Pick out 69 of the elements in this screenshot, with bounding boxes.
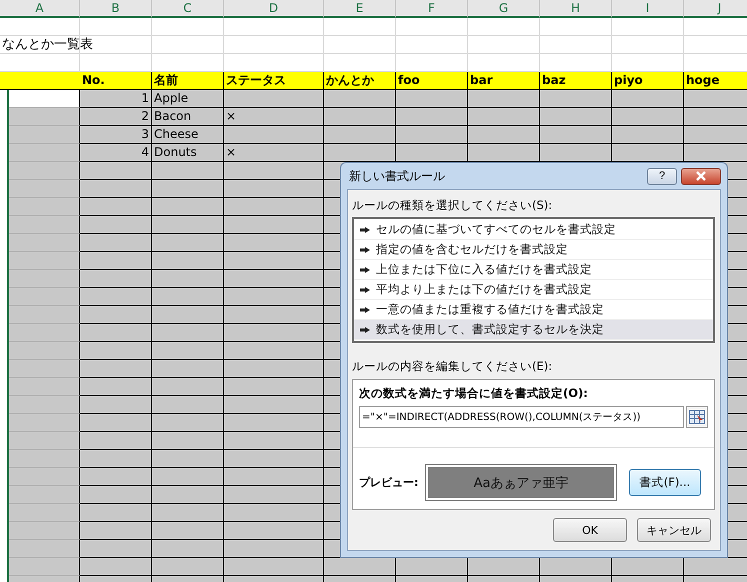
column-header[interactable]: I — [612, 0, 684, 18]
sheet-title: なんとか一覧表 — [2, 37, 93, 52]
column-header[interactable]: G — [468, 0, 540, 18]
close-icon — [695, 171, 707, 181]
rule-type-item[interactable]: 数式を使用して、書式設定するセルを決定 — [354, 320, 713, 340]
arrow-icon — [360, 246, 370, 252]
window-title: 新しい書式ルール — [348, 168, 446, 184]
header-cell: foo — [396, 72, 468, 90]
empty-cell — [468, 18, 540, 36]
table-cell: 3 — [80, 126, 152, 144]
header-cell: baz — [540, 72, 612, 90]
empty-cell — [152, 18, 224, 36]
rule-type-item[interactable]: 上位または下位に入る値だけを書式設定 — [354, 260, 713, 280]
format-button[interactable]: 書式(F)... — [629, 469, 701, 496]
table-cell: × — [224, 144, 324, 162]
header-cell: No. — [80, 72, 152, 90]
header-cell: hoge — [684, 72, 747, 90]
empty-cell — [612, 36, 684, 54]
arrow-icon — [360, 266, 370, 272]
empty-cell — [612, 18, 684, 36]
preview-box: Aaあぁアァ亜宇 — [428, 467, 614, 498]
rule-type-label: ルールの種類を選択してください(S): — [352, 198, 552, 213]
arrow-icon — [360, 306, 370, 312]
column-header[interactable]: E — [324, 0, 396, 18]
arrow-icon — [360, 226, 370, 232]
column-header[interactable]: B — [80, 0, 152, 18]
formula-field[interactable]: ="×"=INDIRECT(ADDRESS(ROW(),COLUMN(ステータス)) — [359, 406, 684, 428]
column-header[interactable]: A — [0, 0, 80, 18]
column-header[interactable]: H — [540, 0, 612, 18]
header-cell: ステータス — [224, 72, 324, 90]
column-header[interactable]: J — [684, 0, 747, 18]
empty-cell — [152, 36, 224, 54]
dialog-button[interactable]: キャンセル — [637, 518, 711, 542]
table-cell: × — [224, 108, 324, 126]
empty-cell — [324, 36, 396, 54]
range-picker-button[interactable] — [686, 406, 708, 428]
edit-label: ルールの内容を編集してください(E): — [352, 359, 552, 374]
empty-cell — [540, 18, 612, 36]
table-cell: Apple — [152, 90, 224, 108]
empty-cell — [396, 18, 468, 36]
rule-type-item[interactable]: 平均より上または下の値だけを書式設定 — [354, 280, 713, 300]
spreadsheet-icon — [689, 410, 705, 424]
column-header[interactable]: F — [396, 0, 468, 18]
arrow-icon — [360, 326, 370, 332]
rule-type-item[interactable]: 指定の値を含むセルだけを書式設定 — [354, 240, 713, 260]
column-header[interactable]: C — [152, 0, 224, 18]
arrow-icon — [360, 286, 370, 292]
dialog-button[interactable]: OK — [553, 518, 627, 542]
empty-cell — [324, 18, 396, 36]
table-cell: 1 — [80, 90, 152, 108]
table-cell: 4 — [80, 144, 152, 162]
empty-cell — [468, 36, 540, 54]
help-button[interactable]: ? — [647, 168, 677, 184]
empty-cell — [540, 36, 612, 54]
table-cell: Donuts — [152, 144, 224, 162]
rule-type-item[interactable]: セルの値に基づいてすべてのセルを書式設定 — [354, 220, 713, 240]
header-cell: piyo — [612, 72, 684, 90]
table-cell: 2 — [80, 108, 152, 126]
column-header[interactable]: D — [224, 0, 324, 18]
header-cell: 名前 — [152, 72, 224, 90]
close-button[interactable] — [681, 168, 721, 184]
table-cell: Bacon — [152, 108, 224, 126]
empty-cell — [80, 18, 152, 36]
table-cell: Cheese — [152, 126, 224, 144]
empty-cell — [396, 36, 468, 54]
preview-label: プレビュー: — [359, 475, 420, 490]
formula-label: 次の数式を満たす場合に値を書式設定(O): — [359, 386, 589, 401]
header-cell: かんとか — [324, 72, 396, 90]
header-cell: bar — [468, 72, 540, 90]
